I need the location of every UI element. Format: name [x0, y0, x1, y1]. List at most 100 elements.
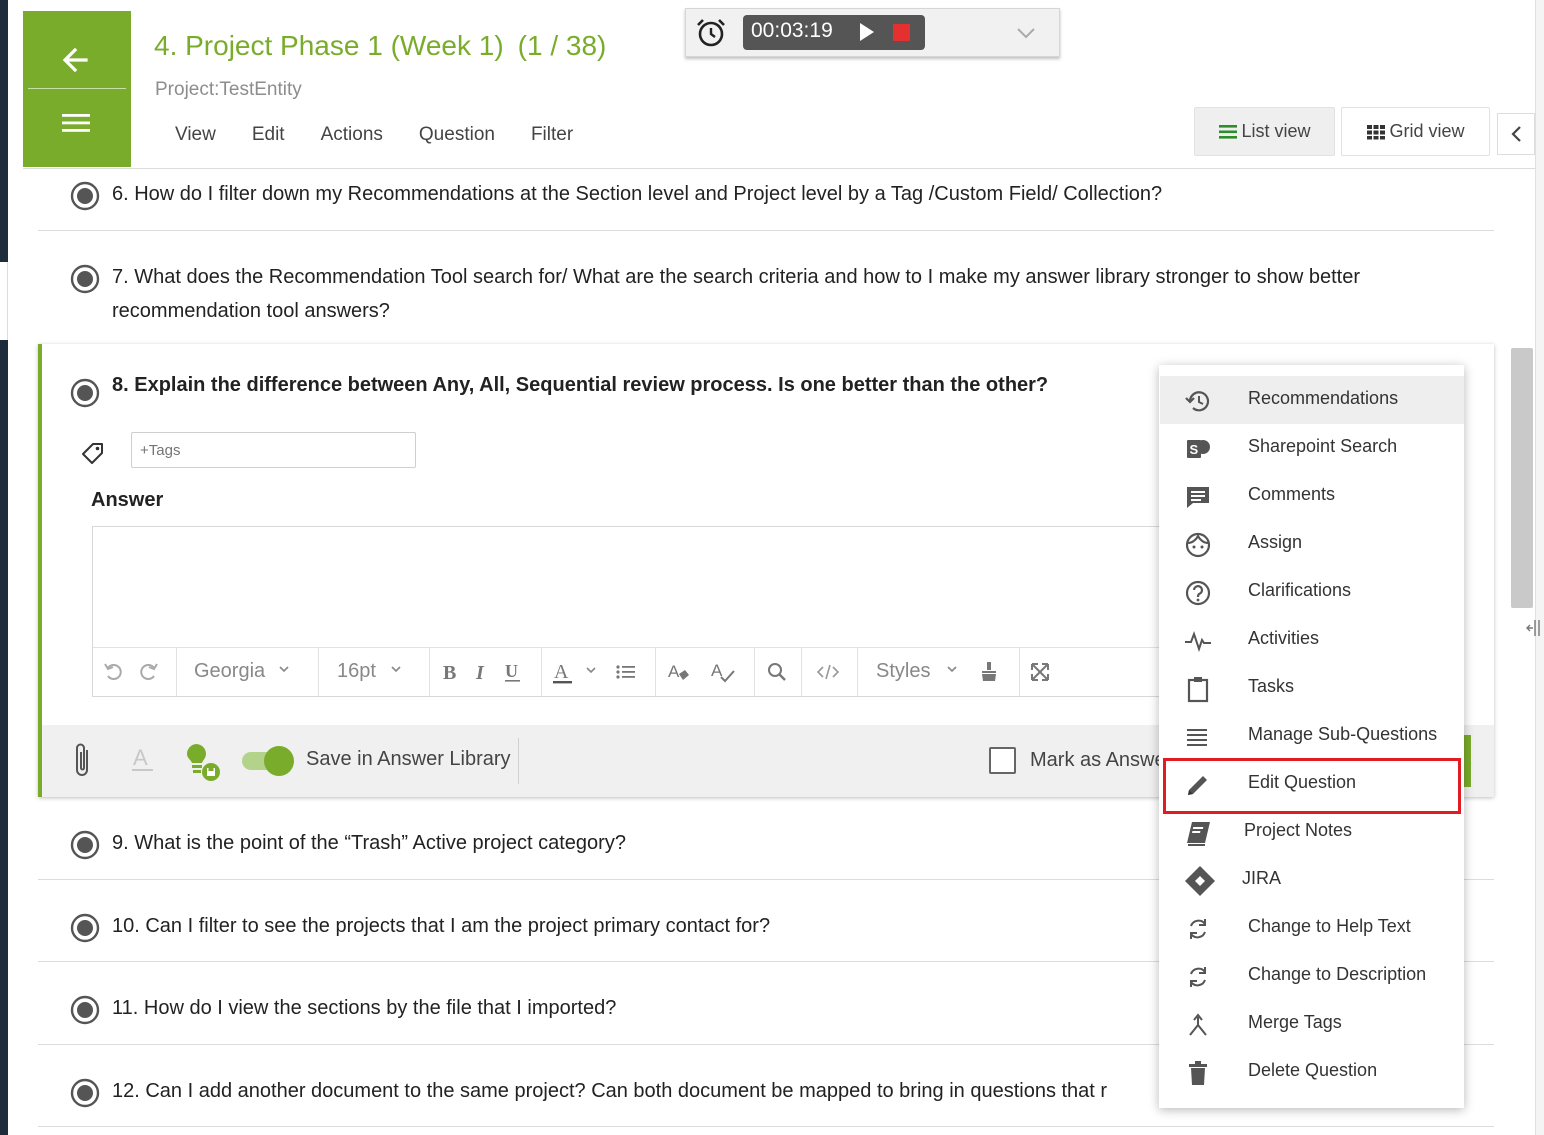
fullscreen-icon[interactable] — [1028, 660, 1052, 684]
save-library-toggle[interactable] — [242, 746, 294, 776]
lightbulb-save-icon[interactable] — [183, 742, 223, 782]
list-view-button[interactable]: List view — [1194, 107, 1335, 156]
menu-item-jira[interactable]: JIRA — [1160, 856, 1464, 904]
menu-item-activities[interactable]: Activities — [1160, 616, 1464, 664]
toolbar-separator — [801, 647, 802, 696]
question-text[interactable]: 7. What does the Recommendation Tool sea… — [112, 260, 1360, 294]
chevron-down-icon[interactable] — [945, 662, 959, 676]
code-icon[interactable] — [816, 660, 840, 684]
menu-item-change-to-help-text[interactable]: Change to Help Text — [1160, 904, 1464, 952]
collapse-panel-button[interactable] — [1497, 113, 1535, 155]
menu-question[interactable]: Question — [419, 124, 495, 146]
question-text-continued[interactable]: recommendation tool answers? — [112, 294, 390, 328]
menu-item-project-notes[interactable]: Project Notes — [1160, 808, 1464, 856]
menu-item-label: Change to Help Text — [1248, 916, 1411, 936]
format-painter-icon[interactable] — [977, 660, 1001, 684]
question-text[interactable]: 9. What is the point of the “Trash” Acti… — [112, 826, 626, 860]
menu-actions[interactable]: Actions — [321, 124, 383, 146]
question-text[interactable]: 11. How do I view the sections by the fi… — [112, 991, 616, 1025]
menu-item-label: Assign — [1248, 532, 1303, 552]
grid-view-button[interactable]: Grid view — [1341, 107, 1490, 156]
menu-item-sharepoint-search[interactable]: S Sharepoint Search — [1160, 424, 1464, 472]
menu-item-label: Project Notes — [1244, 820, 1353, 840]
bullet-list-icon[interactable] — [614, 660, 638, 684]
svg-text:A: A — [133, 745, 148, 770]
question-text[interactable]: 12. Can I add another document to the sa… — [112, 1074, 1162, 1108]
menu-item-change-to-description[interactable]: Change to Description — [1160, 952, 1464, 1000]
left-app-strip — [0, 0, 8, 1135]
menu-item-merge-tags[interactable]: Merge Tags — [1160, 1000, 1464, 1048]
resize-handle-icon[interactable] — [1525, 617, 1543, 639]
save-library-label: Save in Answer Library — [306, 748, 511, 770]
text-format-icon[interactable]: A — [130, 744, 156, 774]
question-text[interactable]: 10. Can I filter to see the projects tha… — [112, 909, 770, 943]
question-radio[interactable] — [70, 181, 100, 211]
question-count: (1 / 38) — [517, 30, 607, 61]
menu-item-comments[interactable]: Comments — [1160, 472, 1464, 520]
toolbar-separator — [1019, 647, 1020, 696]
menu-item-clarifications[interactable]: Clarifications — [1160, 568, 1464, 616]
search-icon[interactable] — [765, 660, 789, 684]
menu-item-label: Delete Question — [1248, 1060, 1378, 1080]
attachment-icon[interactable] — [71, 742, 95, 780]
bold-icon[interactable]: B — [439, 660, 463, 684]
svg-text:U: U — [505, 661, 518, 681]
menu-item-delete-question[interactable]: Delete Question — [1160, 1048, 1464, 1096]
menu-button[interactable] — [56, 104, 96, 144]
spellcheck-icon[interactable]: A — [710, 660, 735, 684]
question-radio[interactable] — [70, 378, 100, 408]
mark-answered-checkbox[interactable] — [989, 747, 1016, 774]
font-size-select[interactable]: 16pt — [337, 660, 376, 683]
tags-input[interactable] — [131, 432, 416, 468]
tag-icon — [80, 440, 106, 466]
question-text[interactable]: 6. How do I filter down my Recommendatio… — [112, 177, 1162, 211]
left-strip-handle — [0, 262, 8, 340]
toolbar-separator — [318, 647, 319, 696]
menu-item-manage-sub-questions[interactable]: Manage Sub-Questions — [1160, 712, 1464, 760]
menu-item-recommendations[interactable]: Recommendations — [1160, 376, 1464, 424]
hamburger-icon — [62, 114, 90, 132]
chevron-down-icon[interactable] — [584, 663, 598, 677]
italic-icon[interactable]: I — [470, 660, 494, 684]
arrow-left-icon — [62, 47, 88, 73]
stop-icon[interactable] — [893, 24, 910, 41]
menu-filter[interactable]: Filter — [531, 124, 573, 146]
alarm-clock-icon — [695, 17, 727, 49]
merge-icon — [1184, 1011, 1212, 1039]
lines-icon — [1184, 723, 1212, 751]
menu-item-assign[interactable]: Assign — [1160, 520, 1464, 568]
menu-item-label: Clarifications — [1248, 580, 1352, 600]
menu-item-label: Manage Sub-Questions — [1248, 724, 1438, 744]
question-radio[interactable] — [70, 830, 100, 860]
question-radio[interactable] — [70, 913, 100, 943]
menu-item-label: Change to Description — [1248, 964, 1427, 984]
menu-item-tasks[interactable]: Tasks — [1160, 664, 1464, 712]
menu-item-label: Merge Tags — [1248, 1012, 1342, 1032]
styles-select[interactable]: Styles — [876, 660, 930, 683]
mark-answered-label: Mark as Answe — [1030, 749, 1166, 771]
redo-icon[interactable] — [136, 660, 160, 684]
question-radio[interactable] — [70, 264, 100, 294]
underline-icon[interactable]: U — [501, 660, 525, 684]
clear-format-icon[interactable]: A — [667, 660, 691, 684]
book-icon — [1184, 819, 1212, 847]
chevron-down-icon[interactable] — [277, 662, 291, 676]
undo-icon[interactable] — [102, 660, 126, 684]
back-button[interactable] — [56, 40, 96, 80]
menu-view[interactable]: View — [175, 124, 216, 146]
scrollbar-thumb[interactable] — [1511, 348, 1533, 608]
svg-text:A: A — [554, 661, 569, 683]
list-view-label: List view — [1241, 121, 1311, 141]
question-radio[interactable] — [70, 995, 100, 1025]
menu-edit[interactable]: Edit — [252, 124, 285, 146]
text-color-icon[interactable]: A — [551, 660, 575, 684]
sharepoint-icon: S — [1184, 435, 1212, 463]
svg-text:A: A — [668, 662, 680, 681]
question-radio[interactable] — [70, 1078, 100, 1108]
svg-text:S: S — [1190, 442, 1199, 457]
chevron-down-icon[interactable] — [389, 662, 403, 676]
font-family-select[interactable]: Georgia — [194, 660, 265, 683]
play-icon[interactable] — [858, 22, 876, 42]
chevron-down-icon[interactable] — [1015, 24, 1037, 42]
question-text-active[interactable]: 8. Explain the difference between Any, A… — [112, 374, 1048, 397]
